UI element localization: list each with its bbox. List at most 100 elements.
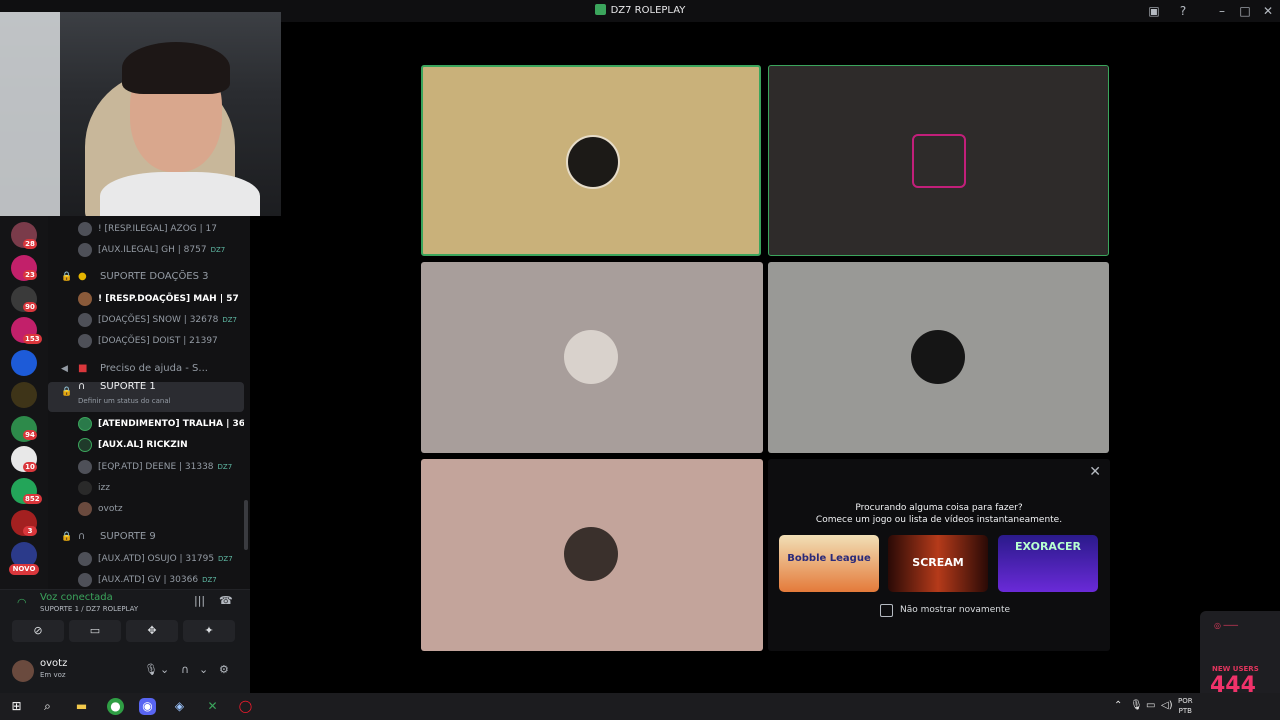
voice-user[interactable]: ! [RESP.ILEGAL] AZOG | 17 bbox=[48, 219, 244, 239]
voice-user[interactable]: izz bbox=[48, 478, 244, 498]
taskbar: ⊞ ⌕ ▬ ● ◉ ◈ ✕ ◯ ⌃ 🎙 ▭ ◁) POR PTB bbox=[0, 693, 1280, 720]
game-card-bobble-league[interactable]: Bobble League bbox=[779, 535, 879, 592]
disconnect-icon[interactable]: ☎ bbox=[219, 594, 233, 607]
voice-user[interactable]: [AUX.ATD] GV | 30366 DZ7 bbox=[48, 570, 244, 589]
channel-name: SUPORTE DOAÇÕES 3 bbox=[100, 271, 209, 282]
user-name: [DOAÇÕES] DOIST | 21397 bbox=[98, 336, 218, 346]
my-status: Em voz bbox=[40, 671, 66, 679]
stream-overlay-widget: ◎ ─── NEW USERS 444 bbox=[1200, 611, 1280, 693]
voice-user[interactable]: [EQP.ATD] DEENE | 31338 DZ7 bbox=[48, 457, 244, 477]
user-name: izz bbox=[98, 483, 110, 493]
noise-suppression-icon[interactable]: ||| bbox=[194, 594, 205, 607]
maximize-button[interactable]: □ bbox=[1237, 3, 1253, 19]
channel-list: ! [RESP.ILEGAL] AZOG | 17 [AUX.ILEGAL] G… bbox=[48, 215, 250, 589]
settings-gear-icon[interactable]: ⚙ bbox=[219, 663, 229, 676]
voice-status[interactable]: Voz conectada bbox=[40, 592, 113, 603]
user-tag: DZ7 bbox=[222, 316, 237, 324]
channel-name: SUPORTE 1 bbox=[100, 382, 156, 392]
avatar bbox=[78, 243, 92, 257]
participant-avatar bbox=[564, 330, 618, 384]
voice-user[interactable]: [AUX.ILEGAL] GH | 8757 DZ7 bbox=[48, 240, 244, 260]
user-name: ! [RESP.ILEGAL] AZOG | 17 bbox=[98, 224, 217, 234]
chrome-icon[interactable]: ● bbox=[107, 698, 124, 715]
chevron-up-icon[interactable]: ⌃ bbox=[1114, 700, 1122, 711]
activity-line-2: Comece um jogo ou lista de vídeos instan… bbox=[815, 515, 1063, 525]
voice-user[interactable]: [AUX.AL] RICKZIN bbox=[48, 435, 244, 455]
user-name: [ATENDIMENTO] TRALHA | 36957 bbox=[98, 419, 244, 429]
participant-tile[interactable] bbox=[421, 65, 761, 256]
steam-icon[interactable]: ◈ bbox=[171, 698, 188, 715]
speaker-icon: ◀ bbox=[61, 364, 68, 374]
language-indicator[interactable]: POR PTB bbox=[1178, 696, 1193, 716]
game-card-scream[interactable]: SCREAM bbox=[888, 535, 988, 592]
screen-share-icon[interactable]: ▣ bbox=[1146, 3, 1162, 19]
server-icon[interactable] bbox=[11, 382, 37, 408]
user-tag: DZ7 bbox=[217, 463, 233, 471]
close-icon[interactable]: ✕ bbox=[1089, 464, 1101, 480]
dont-show-checkbox[interactable] bbox=[880, 604, 893, 617]
voice-channel-help[interactable]: ◀ ■ Preciso de ajuda - S... bbox=[48, 359, 244, 379]
server-badge: 153 bbox=[23, 334, 42, 344]
voice-user[interactable]: [DOAÇÕES] DOIST | 21397 bbox=[48, 331, 244, 351]
windows-start-icon[interactable]: ⊞ bbox=[8, 698, 25, 715]
voice-user[interactable]: ovotz bbox=[48, 499, 244, 519]
file-explorer-icon[interactable]: ▬ bbox=[73, 698, 90, 715]
app-logo-icon bbox=[594, 4, 606, 15]
camera-off-button[interactable]: ⊘ bbox=[12, 620, 64, 642]
network-icon[interactable]: ▭ bbox=[1146, 700, 1155, 711]
help-icon[interactable]: ? bbox=[1175, 3, 1191, 19]
avatar bbox=[78, 460, 92, 474]
microphone-icon[interactable]: 🎙 bbox=[1130, 700, 1143, 711]
xbox-icon[interactable]: ✕ bbox=[204, 698, 221, 715]
participant-tile[interactable] bbox=[768, 65, 1109, 256]
server-badge: 90 bbox=[23, 302, 37, 312]
avatar bbox=[78, 502, 92, 516]
channel-scrollbar[interactable] bbox=[244, 500, 248, 550]
avatar[interactable] bbox=[12, 660, 34, 682]
voice-channel-suporte-1[interactable]: 🔒 ∩ SUPORTE 1 Definir um status do canal bbox=[48, 382, 244, 412]
voice-user[interactable]: [DOAÇÕES] SNOW | 32678 DZ7 bbox=[48, 310, 244, 330]
screen-share-button[interactable]: ▭ bbox=[69, 620, 121, 642]
money-bag-icon: ● bbox=[78, 271, 87, 282]
user-name: [AUX.ATD] GV | 30366 bbox=[98, 575, 199, 585]
voice-user[interactable]: ! [RESP.DOAÇÕES] MAH | 57 bbox=[48, 289, 244, 309]
user-name: [AUX.ILEGAL] GH | 8757 bbox=[98, 245, 207, 255]
chevron-down-icon[interactable]: ⌄ bbox=[160, 663, 169, 676]
avatar bbox=[78, 292, 92, 306]
voice-user[interactable]: [ATENDIMENTO] TRALHA | 36957 bbox=[48, 414, 244, 434]
microphone-icon[interactable]: 🎙 bbox=[144, 663, 158, 676]
opera-icon[interactable]: ◯ bbox=[237, 698, 254, 715]
volume-icon[interactable]: ◁) bbox=[1161, 700, 1173, 711]
voice-location[interactable]: SUPORTE 1 / DZ7 ROLEPLAY bbox=[40, 605, 138, 613]
server-badge: 94 bbox=[23, 430, 37, 440]
participant-tile[interactable] bbox=[768, 262, 1109, 453]
server-badge: 10 bbox=[23, 462, 37, 472]
minimize-button[interactable]: – bbox=[1214, 3, 1230, 19]
headset-icon[interactable]: ∩ bbox=[181, 663, 189, 676]
participant-tile[interactable] bbox=[421, 459, 763, 651]
voice-user[interactable]: [AUX.ATD] OSUJO | 31795 DZ7 bbox=[48, 549, 244, 569]
game-card-exoracer[interactable]: EXORACER bbox=[998, 535, 1098, 592]
user-tag: DZ7 bbox=[218, 555, 233, 563]
new-users-label: NEW USERS bbox=[1212, 665, 1259, 673]
voice-channel-suporte-9[interactable]: 🔒 ∩ SUPORTE 9 bbox=[48, 527, 244, 547]
lock-icon: 🔒 bbox=[61, 387, 73, 397]
dont-show-label[interactable]: Não mostrar novamente bbox=[900, 605, 1010, 615]
avatar bbox=[78, 552, 92, 566]
discord-icon[interactable]: ◉ bbox=[139, 698, 156, 715]
voice-channel-donations[interactable]: 🔒 ● SUPORTE DOAÇÕES 3 bbox=[48, 267, 244, 287]
signal-icon: ◠ bbox=[17, 596, 27, 609]
chevron-down-icon[interactable]: ⌄ bbox=[199, 663, 208, 676]
server-icon[interactable] bbox=[11, 350, 37, 376]
soundboard-button[interactable]: ✦ bbox=[183, 620, 235, 642]
channel-status[interactable]: Definir um status do canal bbox=[78, 396, 171, 406]
participant-tile[interactable] bbox=[421, 262, 763, 453]
user-tag: DZ7 bbox=[210, 246, 226, 254]
my-username[interactable]: ovotz bbox=[40, 658, 67, 669]
close-button[interactable]: ✕ bbox=[1260, 3, 1276, 19]
webcam-feed bbox=[0, 12, 281, 216]
user-name: ! [RESP.DOAÇÕES] MAH | 57 bbox=[98, 294, 239, 304]
lock-icon: 🔒 bbox=[61, 272, 73, 282]
search-icon[interactable]: ⌕ bbox=[39, 698, 56, 715]
activities-button[interactable]: ✥ bbox=[126, 620, 178, 642]
